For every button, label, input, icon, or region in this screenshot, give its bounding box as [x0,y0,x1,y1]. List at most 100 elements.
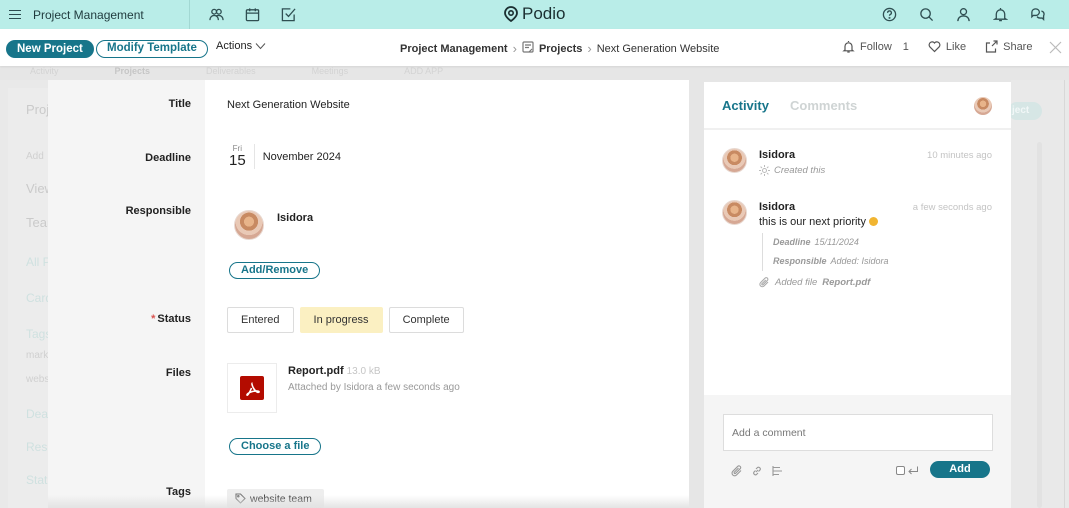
tab-activity[interactable]: Activity [722,98,769,113]
change-value: Added: Isidora [830,256,889,266]
file-name[interactable]: Report.pdf [288,365,344,377]
background-divider [1064,80,1065,508]
chat-icon[interactable] [1029,6,1045,22]
date-day-block: Fri 15 [229,144,255,169]
activity-time: a few seconds ago [912,202,992,213]
background-tab: Projects [114,66,151,76]
hamburger-menu-icon[interactable] [9,9,21,20]
file-thumbnail[interactable] [227,363,277,413]
activity-author-avatar[interactable] [722,148,747,173]
background-text: mark [26,350,49,361]
status-option-entered[interactable]: Entered [227,307,294,333]
format-text-icon[interactable] [771,465,783,477]
close-icon[interactable] [1049,41,1062,57]
status-selector: Entered In progress Complete [227,307,464,333]
actions-dropdown[interactable]: Actions [216,40,266,52]
responsible-label: Responsible [125,205,191,217]
podio-logo[interactable]: Podio [504,4,565,24]
change-field: Deadline [773,237,811,247]
background-text: All P [26,255,51,269]
tab-comments[interactable]: Comments [790,98,857,113]
chevron-down-icon [255,43,266,50]
add-remove-button[interactable]: Add/Remove [229,262,321,279]
contacts-icon[interactable] [208,7,224,23]
add-comment-button[interactable]: Add [930,461,990,478]
responsible-name[interactable]: Isidora [277,212,313,224]
like-label: Like [945,40,967,53]
activity-tabs: Activity Comments [704,82,1011,130]
responsible-avatar[interactable] [234,210,264,240]
deadline-value[interactable]: Fri 15 November 2024 [229,144,341,169]
current-user-avatar[interactable] [974,97,992,115]
enter-to-send-checkbox[interactable] [896,466,905,475]
notifications-icon[interactable] [992,6,1008,22]
link-icon[interactable] [751,465,763,477]
search-icon[interactable] [918,6,934,22]
activity-author-avatar[interactable] [722,200,747,225]
background-app-tabs: Activity Projects Deliverables Meetings … [0,66,1069,80]
modify-template-button[interactable]: Modify Template [96,40,208,58]
activity-time: 10 minutes ago [927,150,992,161]
change-log: Deadline 15/11/2024 Responsible Added: Isi… [762,233,889,271]
breadcrumb-separator-icon: › [587,41,592,56]
profile-icon[interactable] [955,6,971,22]
scroll-fade [48,495,689,508]
grinning-emoji-icon [868,217,878,226]
file-added-prefix: Added file [775,277,818,288]
activity-author[interactable]: Isidora [759,149,795,161]
files-label: Files [165,367,191,379]
sparkle-icon [759,165,770,176]
comment-tools [731,465,783,477]
breadcrumb-separator-icon: › [512,41,517,56]
app-icon [522,41,534,56]
new-project-button[interactable]: New Project [6,40,94,58]
choose-file-button[interactable]: Choose a file [229,438,322,455]
workspace-title[interactable]: Project Management [33,8,144,22]
breadcrumb: Project Management › Projects › Next Gen… [400,41,719,56]
field-values-column: Next Generation Website Fri 15 November … [205,80,689,508]
background-text: webs [26,374,50,385]
background-tab: Deliverables [206,66,256,76]
actions-label: Actions [216,40,253,52]
follow-label: Follow [860,40,892,53]
activity-created: Created this [759,165,825,176]
enter-to-send-toggle[interactable] [896,465,919,476]
comment-text: this is our next priority [759,216,878,228]
like-button[interactable]: Like [928,40,966,53]
background-scrollbar [1037,142,1042,508]
deadline-day: 15 [229,152,246,169]
background-tab: Activity [30,66,59,76]
share-icon [986,40,998,53]
background-tab: Meetings [311,66,349,76]
comment-input[interactable]: Add a comment [723,414,993,451]
podio-logo-icon [504,6,518,22]
file-entry[interactable]: Report.pdf 13.0 kB [288,365,381,377]
item-toolbar: New Project Modify Template Actions Proj… [0,29,1069,66]
field-labels-column: Title Deadline Responsible * Status Files… [48,80,205,508]
workspace-switcher[interactable]: Project Management [0,0,190,29]
file-meta: Attached by Isidora a few seconds ago [288,382,460,393]
file-added-name[interactable]: Report.pdf [822,277,870,288]
comment-composer: Add a comment Add [704,395,1011,508]
status-option-in-progress[interactable]: In progress [299,307,383,333]
activity-created-text: Created this [774,165,826,176]
title-value[interactable]: Next Generation Website [227,99,350,111]
share-button[interactable]: Share [985,40,1032,53]
change-value: 15/11/2024 [814,237,859,247]
attach-icon[interactable] [731,465,743,477]
breadcrumb-workspace[interactable]: Project Management [400,43,508,55]
activity-author[interactable]: Isidora [759,201,795,213]
status-label: * Status [151,313,191,325]
follow-button[interactable]: Follow 1 [842,40,909,53]
return-key-icon [908,466,918,475]
paperclip-icon [759,277,769,288]
status-option-complete[interactable]: Complete [388,307,464,333]
bell-icon [842,41,855,53]
tasks-icon[interactable] [280,7,296,23]
calendar-icon[interactable] [244,7,260,23]
breadcrumb-app[interactable]: Projects [539,43,582,55]
help-icon[interactable] [881,6,897,22]
deadline-month-year: November 2024 [262,150,341,163]
comment-body: this is our next priority [759,216,866,228]
breadcrumb-item: Next Generation Website [596,42,720,55]
